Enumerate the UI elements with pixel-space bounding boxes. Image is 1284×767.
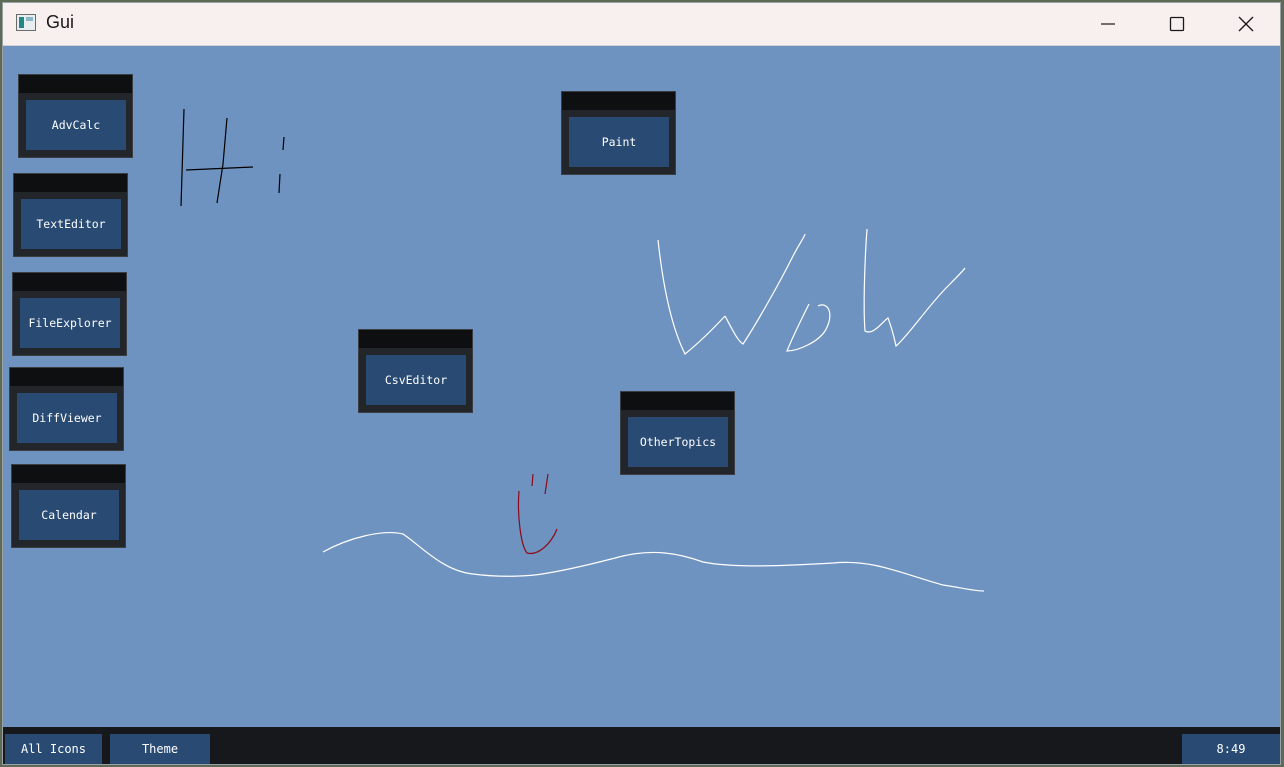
minimize-button[interactable]	[1073, 3, 1143, 45]
app-tile-othertopics[interactable]: OtherTopics	[620, 391, 735, 475]
close-icon	[1238, 16, 1254, 32]
app-tile-header[interactable]	[621, 392, 734, 410]
csveditor-button[interactable]: CsvEditor	[366, 355, 466, 405]
drawing-hi	[180, 108, 285, 207]
texteditor-button[interactable]: TextEditor	[21, 199, 121, 249]
paint-button[interactable]: Paint	[569, 117, 669, 167]
app-tile-header[interactable]	[13, 273, 126, 291]
drawing-red-mark	[517, 473, 558, 555]
app-tile-header[interactable]	[12, 465, 125, 483]
all-icons-button[interactable]: All Icons	[5, 734, 102, 764]
window-title: Gui	[46, 12, 75, 32]
drawing-wave	[322, 532, 985, 592]
fileexplorer-button[interactable]: FileExplorer	[20, 298, 120, 348]
app-window-frame: Gui AdvCalc TextEditor FileExplorer Diff…	[2, 2, 1281, 765]
app-tile-header[interactable]	[14, 174, 127, 192]
drawing-wow	[657, 228, 966, 355]
othertopics-button[interactable]: OtherTopics	[628, 417, 728, 467]
app-tile-advcalc[interactable]: AdvCalc	[18, 74, 133, 158]
app-tile-texteditor[interactable]: TextEditor	[13, 173, 128, 257]
diffviewer-button[interactable]: DiffViewer	[17, 393, 117, 443]
app-tile-fileexplorer[interactable]: FileExplorer	[12, 272, 127, 356]
app-tile-diffviewer[interactable]: DiffViewer	[9, 367, 124, 451]
maximize-icon	[1169, 16, 1185, 32]
theme-button[interactable]: Theme	[110, 734, 210, 764]
close-button[interactable]	[1211, 3, 1281, 45]
calendar-button[interactable]: Calendar	[19, 490, 119, 540]
clock: 8:49	[1182, 734, 1280, 764]
maximize-button[interactable]	[1142, 3, 1212, 45]
app-tile-header[interactable]	[19, 75, 132, 93]
app-tile-calendar[interactable]: Calendar	[11, 464, 126, 548]
title-bar[interactable]: Gui	[3, 3, 1280, 46]
app-icon	[16, 14, 36, 31]
app-tile-paint[interactable]: Paint	[561, 91, 676, 175]
app-tile-header[interactable]	[562, 92, 675, 110]
minimize-icon	[1101, 23, 1115, 25]
app-tile-header[interactable]	[10, 368, 123, 386]
app-tile-header[interactable]	[359, 330, 472, 348]
taskbar: All Icons Theme 8:49	[3, 727, 1280, 764]
app-tile-csveditor[interactable]: CsvEditor	[358, 329, 473, 413]
advcalc-button[interactable]: AdvCalc	[26, 100, 126, 150]
